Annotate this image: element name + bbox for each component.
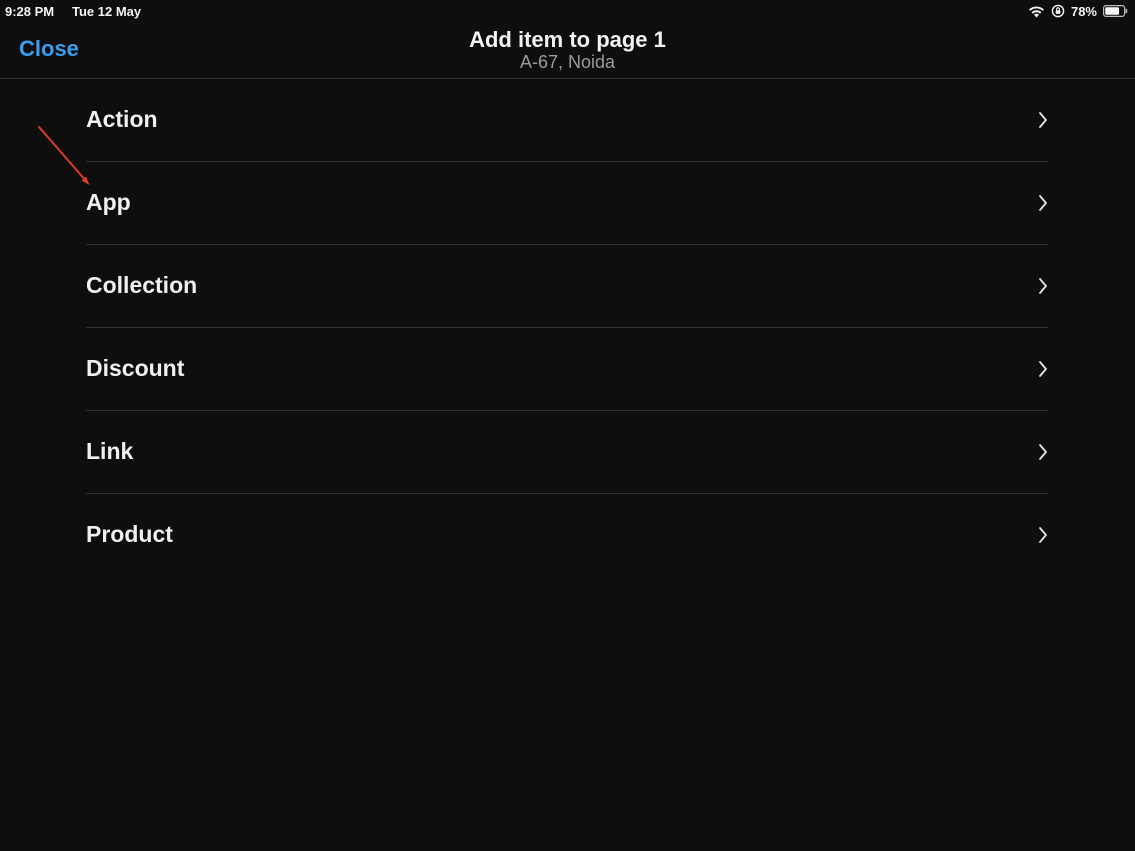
annotation-arrow [38, 126, 90, 185]
list-item-link[interactable]: Link [86, 411, 1048, 494]
battery-icon [1103, 5, 1128, 17]
list-item-label: Link [86, 438, 134, 464]
list-item-app[interactable]: App [86, 162, 1048, 245]
list-item-action[interactable]: Action [86, 79, 1048, 162]
chevron-right-icon [1039, 444, 1047, 460]
list-item-discount[interactable]: Discount [86, 328, 1048, 411]
list-item-product[interactable]: Product [86, 494, 1048, 576]
page-subtitle: A-67, Noida [519, 52, 616, 72]
wifi-icon [1028, 5, 1045, 18]
item-type-list: Action App Collection Discount Link Prod… [86, 79, 1048, 576]
status-date: Tue 12 May [72, 4, 142, 19]
status-right: 78% [1028, 3, 1128, 19]
chevron-right-icon [1039, 112, 1047, 128]
list-item-label: Collection [86, 272, 198, 298]
page-title: Add item to page 1 [469, 27, 666, 52]
nav-header: Close Add item to page 1 A-67, Noida [0, 22, 1135, 79]
chevron-right-icon [1039, 361, 1047, 377]
chevron-right-icon [1039, 278, 1047, 294]
list-item-label: Action [86, 106, 158, 132]
status-bar: 9:28 PM Tue 12 May 78% [0, 0, 1135, 22]
chevron-right-icon [1039, 527, 1047, 543]
screen: 9:28 PM Tue 12 May 78% Close Add item to… [0, 0, 1135, 851]
list-item-label: Product [86, 521, 173, 547]
orientation-lock-icon [1051, 4, 1065, 18]
list-item-label: App [86, 189, 131, 215]
chevron-right-icon [1039, 195, 1047, 211]
battery-percent: 78% [1070, 3, 1097, 19]
status-time: 9:28 PM [5, 4, 55, 19]
list-item-label: Discount [86, 355, 185, 381]
list-item-collection[interactable]: Collection [86, 245, 1048, 328]
